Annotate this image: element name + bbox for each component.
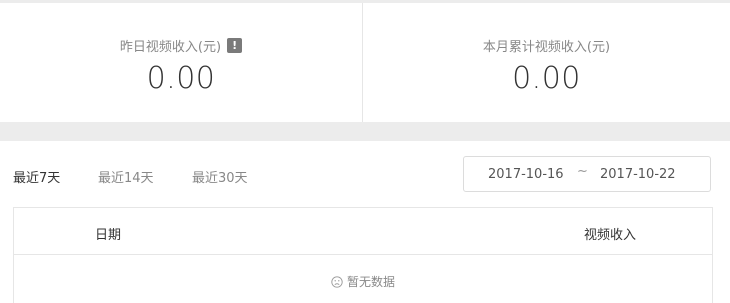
tab-last-7-days[interactable]: 最近7天 bbox=[13, 167, 60, 186]
table-header: 日期 视频收入 bbox=[14, 208, 712, 255]
yesterday-revenue-card: 昨日视频收入(元) ! 0.00 bbox=[0, 3, 362, 122]
period-tabs: 最近7天 最近14天 最近30天 2017-10-16 ~ 2017-10-22 bbox=[0, 141, 730, 207]
tab-last-14-days[interactable]: 最近14天 bbox=[98, 167, 154, 186]
yesterday-revenue-label: 昨日视频收入(元) bbox=[119, 40, 222, 55]
info-icon[interactable]: ! bbox=[227, 38, 243, 53]
yesterday-revenue-value: 0.00 bbox=[146, 61, 216, 96]
column-header-video-revenue: 视频收入 bbox=[584, 228, 637, 243]
sad-face-icon bbox=[331, 275, 343, 288]
date-range-separator: ~ bbox=[577, 164, 588, 179]
month-revenue-value: 0.00 bbox=[512, 61, 581, 96]
date-range-picker[interactable]: 2017-10-16 ~ 2017-10-22 bbox=[463, 156, 711, 192]
tab-last-30-days[interactable]: 最近30天 bbox=[192, 167, 248, 186]
empty-state: 暂无数据 bbox=[14, 273, 712, 290]
month-revenue-label: 本月累计视频收入(元) bbox=[482, 40, 611, 55]
section-divider bbox=[0, 122, 730, 141]
date-range-end[interactable]: 2017-10-22 bbox=[600, 167, 676, 182]
revenue-summary: 昨日视频收入(元) ! 0.00 本月累计视频收入(元) 0.00 bbox=[0, 3, 730, 122]
yesterday-revenue-label-row: 昨日视频收入(元) ! bbox=[0, 36, 362, 55]
column-header-date: 日期 bbox=[95, 228, 122, 243]
date-range-start[interactable]: 2017-10-16 bbox=[488, 167, 564, 182]
empty-state-text: 暂无数据 bbox=[346, 275, 395, 289]
revenue-table: 日期 视频收入 暂无数据 bbox=[13, 207, 713, 303]
month-revenue-card: 本月累计视频收入(元) 0.00 bbox=[362, 3, 730, 122]
month-revenue-label-row: 本月累计视频收入(元) bbox=[363, 36, 730, 55]
